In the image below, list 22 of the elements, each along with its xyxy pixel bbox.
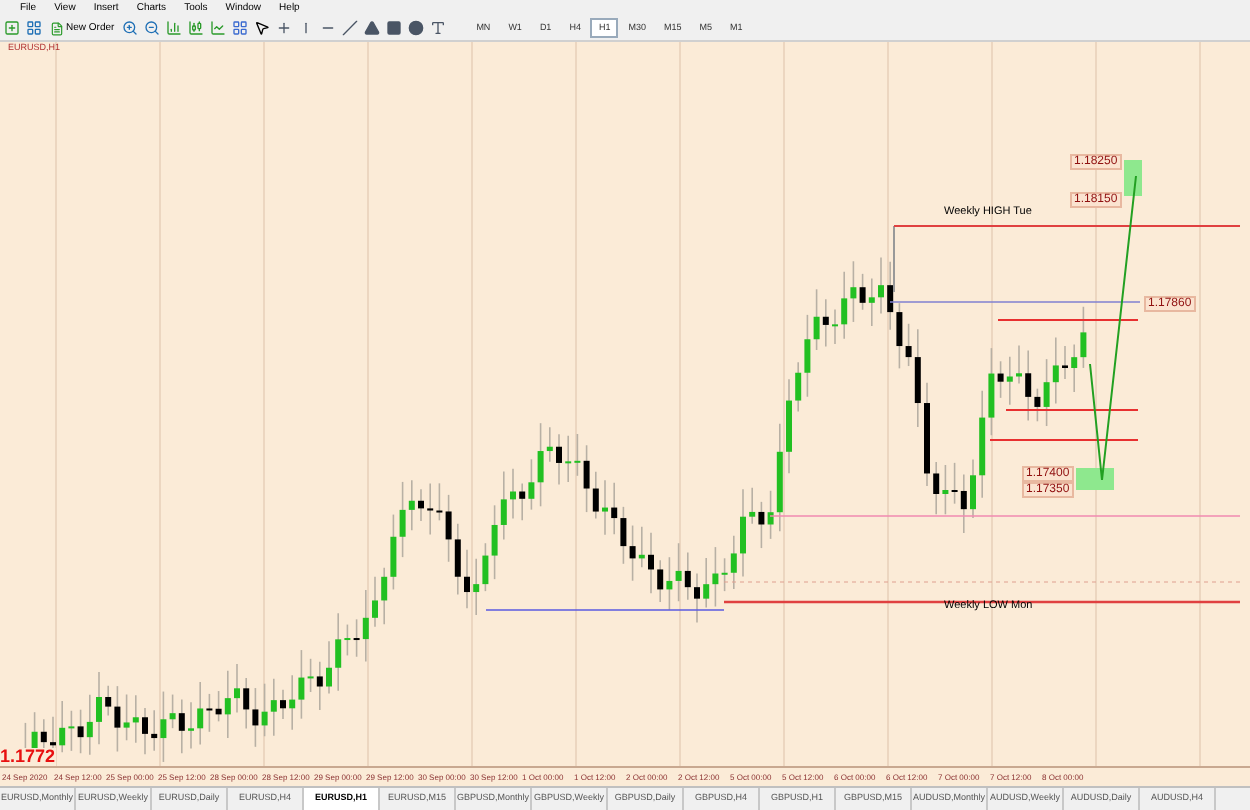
- trend-line-icon[interactable]: [342, 20, 359, 36]
- ellipse-icon[interactable]: [408, 20, 425, 36]
- target-zone: [1076, 468, 1114, 490]
- horizontal-line: [1005, 409, 1139, 411]
- window-icon[interactable]: [26, 20, 42, 36]
- bar-chart-icon[interactable]: [166, 20, 183, 36]
- candlestick-icon[interactable]: [188, 20, 205, 36]
- crosshair-icon[interactable]: [276, 20, 293, 36]
- templates-icon[interactable]: [232, 20, 249, 36]
- horizontal-line: [997, 319, 1139, 321]
- add-icon[interactable]: [4, 20, 20, 36]
- vertical-line: [893, 225, 895, 293]
- zoom-out-icon[interactable]: [144, 20, 161, 36]
- current-price-label: 1.1772: [0, 748, 56, 766]
- target-zone: [1124, 160, 1142, 196]
- order-icon: [50, 21, 64, 35]
- line-chart-icon[interactable]: [210, 20, 227, 36]
- text-tool-icon[interactable]: [430, 20, 447, 36]
- cursor-icon[interactable]: [254, 20, 271, 36]
- zoom-in-icon[interactable]: [122, 20, 139, 36]
- triangle-icon[interactable]: [364, 20, 381, 36]
- rectangle-icon[interactable]: [386, 20, 403, 36]
